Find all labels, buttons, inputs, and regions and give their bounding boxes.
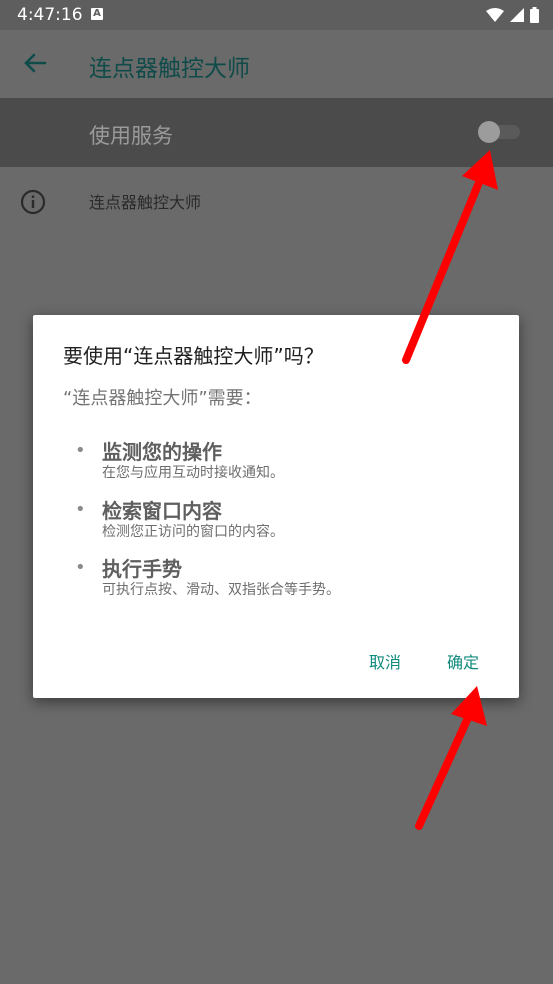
use-service-label: 使用服务 — [89, 124, 173, 148]
signal-icon — [510, 8, 524, 22]
app-bar: 连点器触控大师 — [0, 30, 553, 98]
page-title: 连点器触控大师 — [89, 56, 250, 82]
permission-desc: 在您与应用互动时接收通知。 — [102, 465, 284, 481]
wifi-icon — [486, 8, 504, 22]
notification-a-icon: A — [91, 8, 103, 20]
toggle-knob — [478, 121, 500, 143]
ok-button[interactable]: 确定 — [447, 649, 479, 673]
permission-dialog: 要使用“连点器触控大师”吗？ “连点器触控大师”需要： • 监测您的操作 在您与… — [33, 315, 519, 698]
info-icon — [20, 189, 46, 215]
annotation-arrow-icon — [415, 686, 487, 830]
status-time: 4:47:16 — [17, 5, 83, 25]
permission-desc: 检测您正访问的窗口的内容。 — [102, 524, 284, 540]
info-label: 连点器触控大师 — [89, 193, 202, 212]
cancel-button[interactable]: 取消 — [369, 649, 401, 673]
bullet-icon: • — [75, 499, 86, 520]
info-row: 连点器触控大师 — [0, 167, 553, 233]
permission-desc: 可执行点按、滑动、双指张合等手势。 — [102, 582, 340, 598]
bullet-icon: • — [75, 440, 86, 461]
permission-title: 监测您的操作 — [102, 440, 222, 464]
bullet-icon: • — [75, 557, 86, 578]
battery-icon — [530, 7, 539, 23]
permission-title: 执行手势 — [102, 557, 182, 581]
system-icons — [486, 6, 539, 24]
use-service-toggle[interactable] — [478, 121, 522, 143]
status-bar: 4:47:16 A — [0, 0, 553, 30]
permission-title: 检索窗口内容 — [102, 499, 222, 523]
use-service-row[interactable]: 使用服务 — [0, 98, 553, 167]
dialog-title: 要使用“连点器触控大师”吗？ — [63, 344, 324, 368]
arrow-left-icon[interactable] — [22, 50, 48, 76]
dialog-subtitle: “连点器触控大师”需要： — [63, 388, 262, 409]
